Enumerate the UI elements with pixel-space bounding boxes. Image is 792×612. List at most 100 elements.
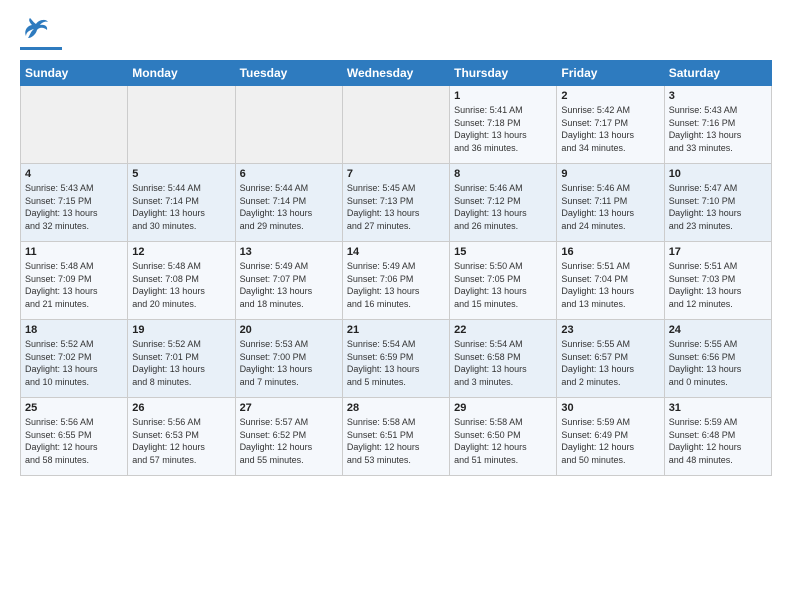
header-day-wednesday: Wednesday — [342, 61, 449, 86]
cell-info: Sunrise: 5:46 AM Sunset: 7:11 PM Dayligh… — [561, 182, 659, 232]
header-row: SundayMondayTuesdayWednesdayThursdayFrid… — [21, 61, 772, 86]
logo-bird-icon — [22, 16, 50, 49]
day-number: 17 — [669, 246, 767, 258]
calendar-cell: 6 Sunrise: 5:44 AM Sunset: 7:14 PM Daylig… — [235, 164, 342, 242]
day-number: 16 — [561, 246, 659, 258]
day-number: 27 — [240, 402, 338, 414]
calendar-cell: 4 Sunrise: 5:43 AM Sunset: 7:15 PM Daylig… — [21, 164, 128, 242]
calendar-table: SundayMondayTuesdayWednesdayThursdayFrid… — [20, 60, 772, 476]
day-number: 29 — [454, 402, 552, 414]
calendar-cell: 14 Sunrise: 5:49 AM Sunset: 7:06 PM Dayli… — [342, 242, 449, 320]
calendar-cell — [342, 86, 449, 164]
calendar-cell: 24 Sunrise: 5:55 AM Sunset: 6:56 PM Dayli… — [664, 320, 771, 398]
calendar-cell: 31Sunrise: 5:59 AM Sunset: 6:48 PM Dayli… — [664, 398, 771, 476]
calendar-cell: 13Sunrise: 5:49 AM Sunset: 7:07 PM Dayli… — [235, 242, 342, 320]
calendar-cell — [128, 86, 235, 164]
header — [20, 16, 772, 50]
day-number: 9 — [561, 168, 659, 180]
cell-info: Sunrise: 5:50 AM Sunset: 7:05 PM Dayligh… — [454, 260, 552, 310]
day-number: 19 — [132, 324, 230, 336]
day-number: 26 — [132, 402, 230, 414]
week-row-1: 1 Sunrise: 5:41 AM Sunset: 7:18 PM Daylig… — [21, 86, 772, 164]
cell-info: Sunrise: 5:58 AM Sunset: 6:50 PM Dayligh… — [454, 416, 552, 466]
calendar-cell: 15Sunrise: 5:50 AM Sunset: 7:05 PM Dayli… — [450, 242, 557, 320]
day-number: 23 — [561, 324, 659, 336]
calendar-cell: 9 Sunrise: 5:46 AM Sunset: 7:11 PM Daylig… — [557, 164, 664, 242]
header-day-monday: Monday — [128, 61, 235, 86]
day-number: 12 — [132, 246, 230, 258]
cell-info: Sunrise: 5:42 AM Sunset: 7:17 PM Dayligh… — [561, 104, 659, 154]
day-number: 6 — [240, 168, 338, 180]
header-day-sunday: Sunday — [21, 61, 128, 86]
day-number: 11 — [25, 246, 123, 258]
day-number: 18 — [25, 324, 123, 336]
cell-info: Sunrise: 5:58 AM Sunset: 6:51 PM Dayligh… — [347, 416, 445, 466]
cell-info: Sunrise: 5:59 AM Sunset: 6:49 PM Dayligh… — [561, 416, 659, 466]
day-number: 5 — [132, 168, 230, 180]
cell-info: Sunrise: 5:47 AM Sunset: 7:10 PM Dayligh… — [669, 182, 767, 232]
calendar-cell: 3 Sunrise: 5:43 AM Sunset: 7:16 PM Daylig… — [664, 86, 771, 164]
calendar-cell: 27 Sunrise: 5:57 AM Sunset: 6:52 PM Dayli… — [235, 398, 342, 476]
day-number: 8 — [454, 168, 552, 180]
cell-info: Sunrise: 5:55 AM Sunset: 6:56 PM Dayligh… — [669, 338, 767, 388]
cell-info: Sunrise: 5:53 AM Sunset: 7:00 PM Dayligh… — [240, 338, 338, 388]
day-number: 21 — [347, 324, 445, 336]
calendar-cell: 26 Sunrise: 5:56 AM Sunset: 6:53 PM Dayli… — [128, 398, 235, 476]
cell-info: Sunrise: 5:57 AM Sunset: 6:52 PM Dayligh… — [240, 416, 338, 466]
day-number: 28 — [347, 402, 445, 414]
day-number: 4 — [25, 168, 123, 180]
calendar-cell: 20 Sunrise: 5:53 AM Sunset: 7:00 PM Dayli… — [235, 320, 342, 398]
cell-info: Sunrise: 5:41 AM Sunset: 7:18 PM Dayligh… — [454, 104, 552, 154]
calendar-cell: 23Sunrise: 5:55 AM Sunset: 6:57 PM Dayli… — [557, 320, 664, 398]
cell-info: Sunrise: 5:43 AM Sunset: 7:15 PM Dayligh… — [25, 182, 123, 232]
cell-info: Sunrise: 5:56 AM Sunset: 6:53 PM Dayligh… — [132, 416, 230, 466]
day-number: 7 — [347, 168, 445, 180]
week-row-2: 4 Sunrise: 5:43 AM Sunset: 7:15 PM Daylig… — [21, 164, 772, 242]
day-number: 22 — [454, 324, 552, 336]
cell-info: Sunrise: 5:44 AM Sunset: 7:14 PM Dayligh… — [132, 182, 230, 232]
day-number: 1 — [454, 90, 552, 102]
calendar-cell: 11Sunrise: 5:48 AM Sunset: 7:09 PM Dayli… — [21, 242, 128, 320]
cell-info: Sunrise: 5:45 AM Sunset: 7:13 PM Dayligh… — [347, 182, 445, 232]
calendar-cell: 17 Sunrise: 5:51 AM Sunset: 7:03 PM Dayli… — [664, 242, 771, 320]
day-number: 25 — [25, 402, 123, 414]
calendar-cell: 2 Sunrise: 5:42 AM Sunset: 7:17 PM Daylig… — [557, 86, 664, 164]
calendar-cell: 16 Sunrise: 5:51 AM Sunset: 7:04 PM Dayli… — [557, 242, 664, 320]
calendar-cell: 18 Sunrise: 5:52 AM Sunset: 7:02 PM Dayli… — [21, 320, 128, 398]
logo — [20, 16, 66, 50]
calendar-cell: 8 Sunrise: 5:46 AM Sunset: 7:12 PM Daylig… — [450, 164, 557, 242]
calendar-cell: 7 Sunrise: 5:45 AM Sunset: 7:13 PM Daylig… — [342, 164, 449, 242]
week-row-4: 18 Sunrise: 5:52 AM Sunset: 7:02 PM Dayli… — [21, 320, 772, 398]
header-day-thursday: Thursday — [450, 61, 557, 86]
calendar-cell: 25 Sunrise: 5:56 AM Sunset: 6:55 PM Dayli… — [21, 398, 128, 476]
day-number: 24 — [669, 324, 767, 336]
day-number: 10 — [669, 168, 767, 180]
cell-info: Sunrise: 5:56 AM Sunset: 6:55 PM Dayligh… — [25, 416, 123, 466]
cell-info: Sunrise: 5:54 AM Sunset: 6:58 PM Dayligh… — [454, 338, 552, 388]
calendar-cell: 29 Sunrise: 5:58 AM Sunset: 6:50 PM Dayli… — [450, 398, 557, 476]
cell-info: Sunrise: 5:46 AM Sunset: 7:12 PM Dayligh… — [454, 182, 552, 232]
cell-info: Sunrise: 5:51 AM Sunset: 7:04 PM Dayligh… — [561, 260, 659, 310]
day-number: 2 — [561, 90, 659, 102]
page: SundayMondayTuesdayWednesdayThursdayFrid… — [0, 0, 792, 612]
cell-info: Sunrise: 5:59 AM Sunset: 6:48 PM Dayligh… — [669, 416, 767, 466]
header-day-friday: Friday — [557, 61, 664, 86]
cell-info: Sunrise: 5:54 AM Sunset: 6:59 PM Dayligh… — [347, 338, 445, 388]
calendar-cell: 12 Sunrise: 5:48 AM Sunset: 7:08 PM Dayli… — [128, 242, 235, 320]
cell-info: Sunrise: 5:48 AM Sunset: 7:08 PM Dayligh… — [132, 260, 230, 310]
cell-info: Sunrise: 5:52 AM Sunset: 7:02 PM Dayligh… — [25, 338, 123, 388]
calendar-cell: 30Sunrise: 5:59 AM Sunset: 6:49 PM Dayli… — [557, 398, 664, 476]
cell-info: Sunrise: 5:44 AM Sunset: 7:14 PM Dayligh… — [240, 182, 338, 232]
day-number: 14 — [347, 246, 445, 258]
calendar-cell: 28 Sunrise: 5:58 AM Sunset: 6:51 PM Dayli… — [342, 398, 449, 476]
day-number: 3 — [669, 90, 767, 102]
week-row-5: 25 Sunrise: 5:56 AM Sunset: 6:55 PM Dayli… — [21, 398, 772, 476]
cell-info: Sunrise: 5:49 AM Sunset: 7:06 PM Dayligh… — [347, 260, 445, 310]
calendar-cell — [235, 86, 342, 164]
cell-info: Sunrise: 5:49 AM Sunset: 7:07 PM Dayligh… — [240, 260, 338, 310]
calendar-cell: 1 Sunrise: 5:41 AM Sunset: 7:18 PM Daylig… — [450, 86, 557, 164]
day-number: 20 — [240, 324, 338, 336]
cell-info: Sunrise: 5:43 AM Sunset: 7:16 PM Dayligh… — [669, 104, 767, 154]
cell-info: Sunrise: 5:51 AM Sunset: 7:03 PM Dayligh… — [669, 260, 767, 310]
calendar-cell: 21 Sunrise: 5:54 AM Sunset: 6:59 PM Dayli… — [342, 320, 449, 398]
